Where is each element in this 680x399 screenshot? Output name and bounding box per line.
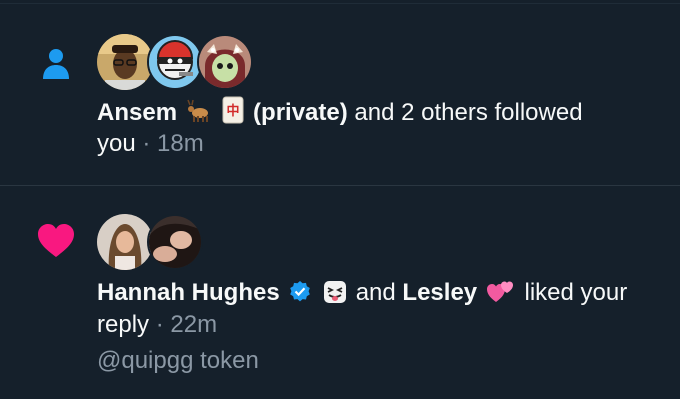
notification-like[interactable]: Hannah Hughes and Lesley liked your repl… bbox=[0, 185, 680, 399]
follow-text-line-2: you · 18m bbox=[97, 128, 204, 160]
timestamp[interactable]: 18m bbox=[157, 130, 204, 157]
avatar[interactable] bbox=[97, 214, 153, 270]
follow-action-text-2: you bbox=[97, 130, 136, 157]
notification-follow[interactable]: Ansem 中 (private) and 2 others followed … bbox=[0, 0, 680, 185]
heart-icon bbox=[36, 222, 76, 262]
like-action-text: liked your bbox=[524, 279, 628, 306]
avatar[interactable] bbox=[147, 34, 203, 90]
quoted-reply-text[interactable]: @quipgg token bbox=[97, 345, 259, 377]
follow-action-text: and 2 others followed bbox=[354, 99, 583, 126]
avatar[interactable] bbox=[197, 34, 253, 90]
verified-badge-icon bbox=[288, 280, 312, 304]
avatar[interactable] bbox=[97, 34, 153, 90]
follow-text-line-1: Ansem 中 (private) and 2 others followed bbox=[97, 96, 583, 129]
like-action-text-2: reply bbox=[97, 311, 150, 338]
actor-name[interactable]: Ansem bbox=[97, 99, 177, 126]
private-label: (private) bbox=[253, 99, 348, 126]
two-hearts-icon bbox=[486, 278, 516, 304]
goat-icon bbox=[186, 98, 212, 124]
timestamp[interactable]: 22m bbox=[170, 311, 217, 338]
person-icon bbox=[36, 42, 76, 82]
mahjong-tile-icon: 中 bbox=[222, 96, 244, 124]
squinting-tongue-face-icon bbox=[323, 280, 347, 304]
separator: · bbox=[155, 311, 164, 338]
svg-text:中: 中 bbox=[227, 103, 240, 119]
like-text-line-2: reply · 22m bbox=[97, 309, 217, 341]
actor-name-2[interactable]: Lesley bbox=[402, 279, 477, 306]
separator: · bbox=[142, 130, 151, 157]
actor-name[interactable]: Hannah Hughes bbox=[97, 279, 280, 306]
connector-text: and bbox=[355, 279, 396, 306]
avatar[interactable] bbox=[147, 214, 203, 270]
like-text-line-1: Hannah Hughes and Lesley liked your bbox=[97, 277, 627, 309]
